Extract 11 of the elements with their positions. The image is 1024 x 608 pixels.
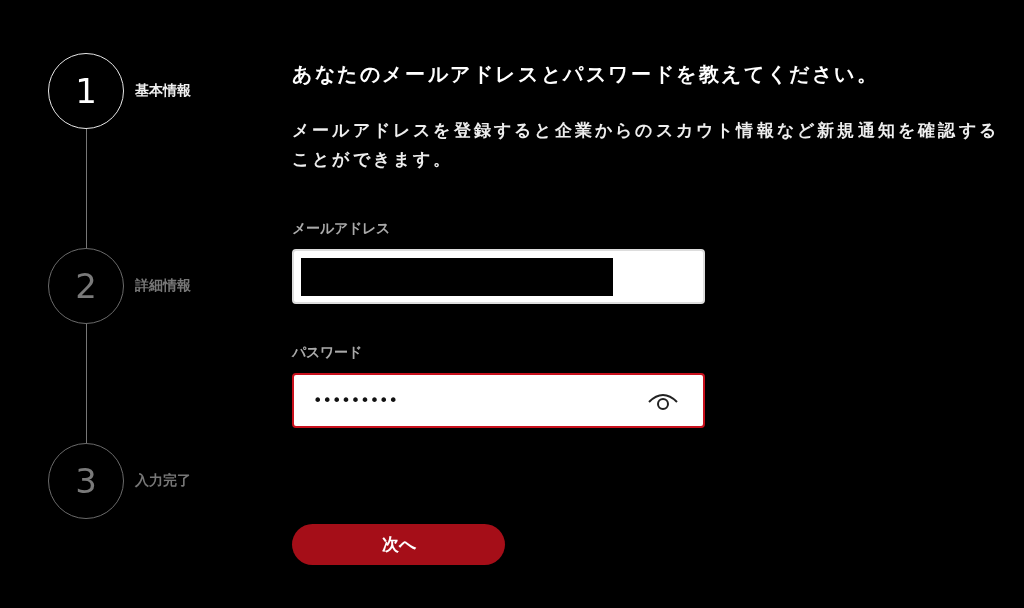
step-label: 入力完了	[135, 472, 191, 490]
step-label: 詳細情報	[135, 277, 191, 295]
next-button[interactable]: 次へ	[292, 524, 505, 565]
password-field[interactable]: •••••••••	[292, 373, 705, 428]
step-label: 基本情報	[135, 82, 191, 100]
field-label: パスワード	[292, 344, 363, 362]
field-label: メールアドレス	[292, 220, 391, 238]
email-field[interactable]	[292, 249, 705, 304]
form-description: メールアドレスを登録すると企業からのスカウト情報など新規通知を確認することができます。	[292, 119, 1000, 171]
form-heading: あなたのメールアドレスとパスワードを教えてください。	[292, 61, 881, 88]
masked-password: •••••••••	[313, 391, 398, 410]
